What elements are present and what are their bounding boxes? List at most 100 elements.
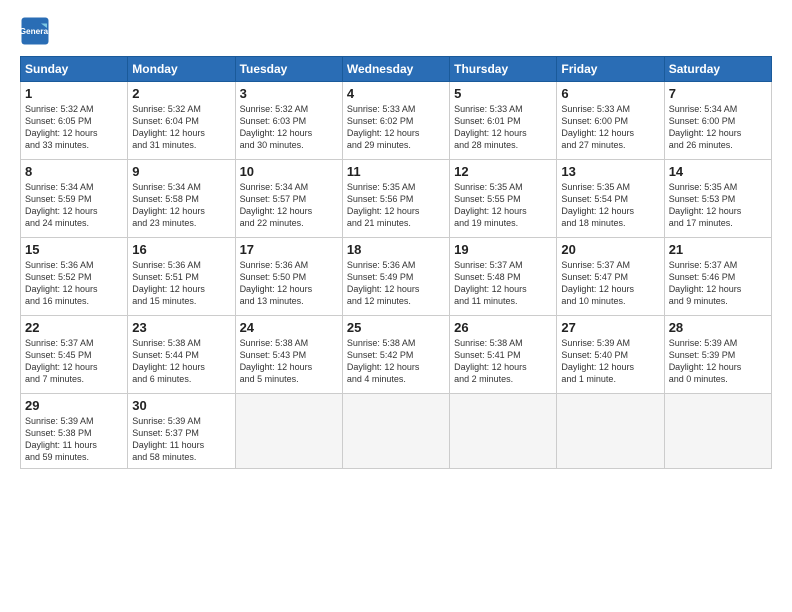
calendar-cell (557, 394, 664, 469)
cell-info: Sunrise: 5:36 AMSunset: 5:52 PMDaylight:… (25, 259, 123, 308)
cell-info: Sunrise: 5:32 AMSunset: 6:05 PMDaylight:… (25, 103, 123, 152)
cell-info: Sunrise: 5:37 AMSunset: 5:46 PMDaylight:… (669, 259, 767, 308)
weekday-header-monday: Monday (128, 57, 235, 82)
cell-info: Sunrise: 5:38 AMSunset: 5:41 PMDaylight:… (454, 337, 552, 386)
calendar-cell: 4 Sunrise: 5:33 AMSunset: 6:02 PMDaylight… (342, 82, 449, 160)
calendar-cell: 24 Sunrise: 5:38 AMSunset: 5:43 PMDayligh… (235, 316, 342, 394)
calendar-cell: 17Sunrise: 5:36 AMSunset: 5:50 PMDayligh… (235, 238, 342, 316)
day-number: 10 (240, 164, 338, 179)
calendar-cell: 14 Sunrise: 5:35 AMSunset: 5:53 PMDayligh… (664, 160, 771, 238)
calendar-cell: 25Sunrise: 5:38 AMSunset: 5:42 PMDayligh… (342, 316, 449, 394)
cell-info: Sunrise: 5:34 AMSunset: 5:59 PMDaylight:… (25, 181, 123, 230)
day-number: 5 (454, 86, 552, 101)
cell-info: Sunrise: 5:38 AMSunset: 5:44 PMDaylight:… (132, 337, 230, 386)
calendar-cell: 5Sunrise: 5:33 AMSunset: 6:01 PMDaylight… (450, 82, 557, 160)
day-number: 7 (669, 86, 767, 101)
week-row-3: 15Sunrise: 5:36 AMSunset: 5:52 PMDayligh… (21, 238, 772, 316)
calendar-cell: 7 Sunrise: 5:34 AMSunset: 6:00 PMDaylight… (664, 82, 771, 160)
weekday-header-saturday: Saturday (664, 57, 771, 82)
day-number: 26 (454, 320, 552, 335)
day-number: 12 (454, 164, 552, 179)
day-number: 29 (25, 398, 123, 413)
calendar-cell: 30Sunrise: 5:39 AMSunset: 5:37 PMDayligh… (128, 394, 235, 469)
day-number: 8 (25, 164, 123, 179)
cell-info: Sunrise: 5:32 AMSunset: 6:03 PMDaylight:… (240, 103, 338, 152)
week-row-5: 29 Sunrise: 5:39 AMSunset: 5:38 PMDayligh… (21, 394, 772, 469)
cell-info: Sunrise: 5:34 AMSunset: 5:58 PMDaylight:… (132, 181, 230, 230)
calendar-cell: 2 Sunrise: 5:32 AMSunset: 6:04 PMDaylight… (128, 82, 235, 160)
calendar-cell: 29 Sunrise: 5:39 AMSunset: 5:38 PMDayligh… (21, 394, 128, 469)
header: General (20, 16, 772, 46)
cell-info: Sunrise: 5:37 AMSunset: 5:48 PMDaylight:… (454, 259, 552, 308)
logo: General (20, 16, 54, 46)
cell-info: Sunrise: 5:32 AMSunset: 6:04 PMDaylight:… (132, 103, 230, 152)
day-number: 18 (347, 242, 445, 257)
cell-info: Sunrise: 5:35 AMSunset: 5:53 PMDaylight:… (669, 181, 767, 230)
calendar-cell: 19 Sunrise: 5:37 AMSunset: 5:48 PMDayligh… (450, 238, 557, 316)
day-number: 30 (132, 398, 230, 413)
day-number: 22 (25, 320, 123, 335)
calendar-cell: 27 Sunrise: 5:39 AMSunset: 5:40 PMDayligh… (557, 316, 664, 394)
calendar-cell: 15Sunrise: 5:36 AMSunset: 5:52 PMDayligh… (21, 238, 128, 316)
calendar-cell: 9 Sunrise: 5:34 AMSunset: 5:58 PMDaylight… (128, 160, 235, 238)
calendar-cell (342, 394, 449, 469)
cell-info: Sunrise: 5:37 AMSunset: 5:47 PMDaylight:… (561, 259, 659, 308)
weekday-header-friday: Friday (557, 57, 664, 82)
day-number: 3 (240, 86, 338, 101)
calendar-cell: 10 Sunrise: 5:34 AMSunset: 5:57 PMDayligh… (235, 160, 342, 238)
calendar-cell (235, 394, 342, 469)
calendar-cell (450, 394, 557, 469)
calendar-cell: 23Sunrise: 5:38 AMSunset: 5:44 PMDayligh… (128, 316, 235, 394)
calendar-cell: 16Sunrise: 5:36 AMSunset: 5:51 PMDayligh… (128, 238, 235, 316)
calendar-cell: 8 Sunrise: 5:34 AMSunset: 5:59 PMDaylight… (21, 160, 128, 238)
week-row-2: 8 Sunrise: 5:34 AMSunset: 5:59 PMDaylight… (21, 160, 772, 238)
calendar-cell: 3 Sunrise: 5:32 AMSunset: 6:03 PMDaylight… (235, 82, 342, 160)
cell-info: Sunrise: 5:39 AMSunset: 5:40 PMDaylight:… (561, 337, 659, 386)
week-row-4: 22 Sunrise: 5:37 AMSunset: 5:45 PMDayligh… (21, 316, 772, 394)
weekday-header-tuesday: Tuesday (235, 57, 342, 82)
calendar-table: SundayMondayTuesdayWednesdayThursdayFrid… (20, 56, 772, 469)
calendar-cell: 21 Sunrise: 5:37 AMSunset: 5:46 PMDayligh… (664, 238, 771, 316)
cell-info: Sunrise: 5:34 AMSunset: 5:57 PMDaylight:… (240, 181, 338, 230)
cell-info: Sunrise: 5:39 AMSunset: 5:38 PMDaylight:… (25, 415, 123, 464)
weekday-header-row: SundayMondayTuesdayWednesdayThursdayFrid… (21, 57, 772, 82)
day-number: 24 (240, 320, 338, 335)
weekday-header-sunday: Sunday (21, 57, 128, 82)
page: General SundayMondayTuesdayWednesdayThur… (0, 0, 792, 612)
cell-info: Sunrise: 5:37 AMSunset: 5:45 PMDaylight:… (25, 337, 123, 386)
calendar-cell (664, 394, 771, 469)
day-number: 28 (669, 320, 767, 335)
day-number: 19 (454, 242, 552, 257)
svg-text:General: General (20, 27, 50, 36)
cell-info: Sunrise: 5:35 AMSunset: 5:56 PMDaylight:… (347, 181, 445, 230)
day-number: 27 (561, 320, 659, 335)
day-number: 21 (669, 242, 767, 257)
day-number: 1 (25, 86, 123, 101)
calendar-cell: 6Sunrise: 5:33 AMSunset: 6:00 PMDaylight… (557, 82, 664, 160)
cell-info: Sunrise: 5:35 AMSunset: 5:55 PMDaylight:… (454, 181, 552, 230)
calendar-cell: 11 Sunrise: 5:35 AMSunset: 5:56 PMDayligh… (342, 160, 449, 238)
calendar-cell: 18 Sunrise: 5:36 AMSunset: 5:49 PMDayligh… (342, 238, 449, 316)
cell-info: Sunrise: 5:38 AMSunset: 5:42 PMDaylight:… (347, 337, 445, 386)
calendar-cell: 26 Sunrise: 5:38 AMSunset: 5:41 PMDayligh… (450, 316, 557, 394)
cell-info: Sunrise: 5:36 AMSunset: 5:49 PMDaylight:… (347, 259, 445, 308)
cell-info: Sunrise: 5:35 AMSunset: 5:54 PMDaylight:… (561, 181, 659, 230)
day-number: 16 (132, 242, 230, 257)
cell-info: Sunrise: 5:33 AMSunset: 6:02 PMDaylight:… (347, 103, 445, 152)
day-number: 2 (132, 86, 230, 101)
day-number: 4 (347, 86, 445, 101)
cell-info: Sunrise: 5:38 AMSunset: 5:43 PMDaylight:… (240, 337, 338, 386)
calendar-cell: 12 Sunrise: 5:35 AMSunset: 5:55 PMDayligh… (450, 160, 557, 238)
day-number: 9 (132, 164, 230, 179)
day-number: 14 (669, 164, 767, 179)
day-number: 11 (347, 164, 445, 179)
day-number: 13 (561, 164, 659, 179)
calendar-cell: 28Sunrise: 5:39 AMSunset: 5:39 PMDayligh… (664, 316, 771, 394)
calendar-cell: 20Sunrise: 5:37 AMSunset: 5:47 PMDayligh… (557, 238, 664, 316)
cell-info: Sunrise: 5:33 AMSunset: 6:00 PMDaylight:… (561, 103, 659, 152)
cell-info: Sunrise: 5:36 AMSunset: 5:50 PMDaylight:… (240, 259, 338, 308)
calendar-cell: 22 Sunrise: 5:37 AMSunset: 5:45 PMDayligh… (21, 316, 128, 394)
cell-info: Sunrise: 5:34 AMSunset: 6:00 PMDaylight:… (669, 103, 767, 152)
weekday-header-thursday: Thursday (450, 57, 557, 82)
weekday-header-wednesday: Wednesday (342, 57, 449, 82)
